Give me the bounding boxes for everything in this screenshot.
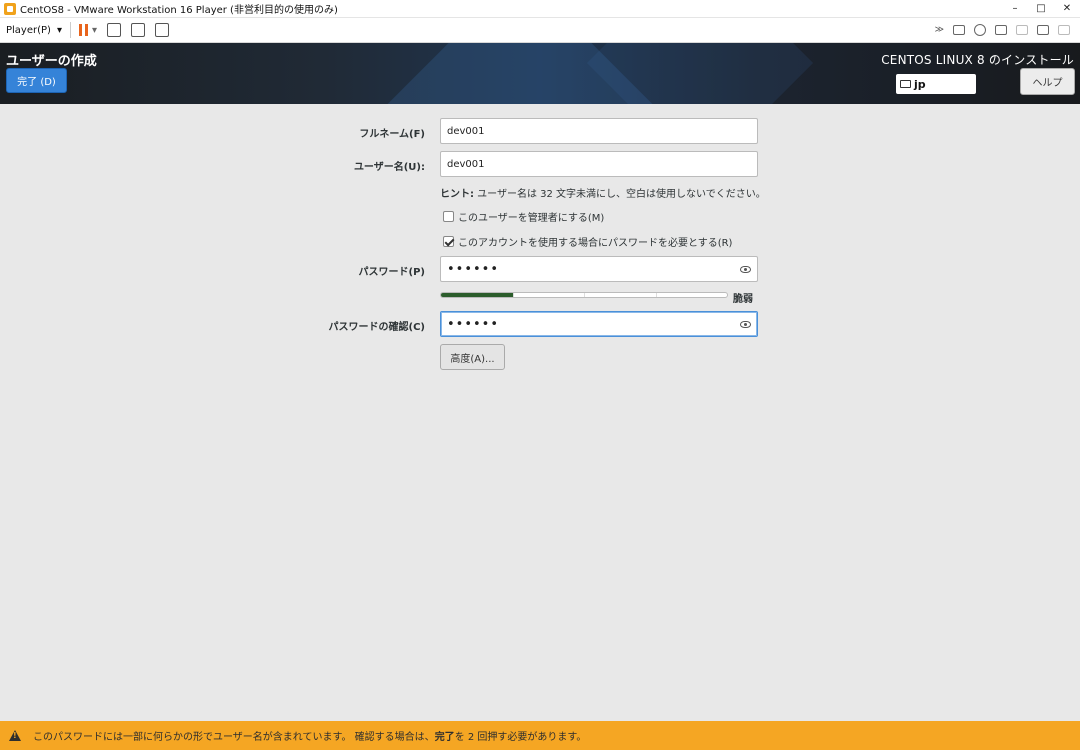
username-label: ユーザー名(U): <box>353 162 425 173</box>
vmware-app-icon <box>4 2 16 15</box>
warning-icon <box>9 730 21 741</box>
advanced-button[interactable]: 高度(A)... <box>440 344 505 370</box>
unity-mode-icon[interactable] <box>155 23 170 37</box>
warning-text-before: このパスワードには一部に何らかの形でユーザー名が含まれています。 確認する場合は… <box>33 732 435 743</box>
pause-icon[interactable] <box>78 24 88 36</box>
keyboard-icon <box>900 80 911 88</box>
keyboard-layout-indicator[interactable]: jp <box>896 74 976 94</box>
header-decoration <box>586 43 814 104</box>
vmware-toolbar: Player(P) ▾ ▾ ≫ <box>0 18 1080 43</box>
maximize-button[interactable]: □ <box>1028 3 1054 14</box>
minimize-button[interactable]: – <box>1002 3 1028 14</box>
show-password-eye-icon[interactable] <box>740 265 751 273</box>
page-title: ユーザーの作成 <box>6 54 97 69</box>
sound-card-icon[interactable] <box>1037 25 1049 35</box>
cd-dvd-icon[interactable] <box>974 24 986 36</box>
confirm-password-value: •••••• <box>447 316 500 332</box>
strength-tick <box>584 293 585 297</box>
password-label: パスワード(P) <box>358 267 425 278</box>
password-strength-fill <box>441 293 513 297</box>
window-title: CentOS8 - VMware Workstation 16 Player (… <box>20 5 338 16</box>
admin-checkbox-label: このユーザーを管理者にする(M) <box>458 213 605 224</box>
install-title: CENTOS LINUX 8 のインストール <box>881 53 1074 67</box>
confirm-password-label: パスワードの確認(C) <box>328 322 425 333</box>
strength-tick <box>655 293 657 297</box>
username-hint: ヒント: ユーザー名は 32 文字未満にし、空白は使用しないでください。 <box>440 185 766 200</box>
pause-dropdown-icon[interactable]: ▾ <box>92 25 97 36</box>
player-menu-label: Player(P) <box>6 24 51 36</box>
toolbar-divider <box>69 22 71 38</box>
network-adapter-icon[interactable] <box>995 25 1007 35</box>
installer-header: ユーザーの作成 完了 (D) CENTOS LINUX 8 のインストール jp… <box>0 43 1080 104</box>
fullname-value: dev001 <box>447 125 485 137</box>
warning-emphasis: 完了 <box>434 732 455 743</box>
warning-text-after: を 2 回押す必要があります。 <box>454 732 587 743</box>
hint-text: ユーザー名は 32 文字未満にし、空白は使用しないでください。 <box>474 189 766 200</box>
device-icons: ≫ <box>935 24 1070 36</box>
window-titlebar: CentOS8 - VMware Workstation 16 Player (… <box>0 0 1080 18</box>
username-value: dev001 <box>447 158 485 170</box>
password-input[interactable]: •••••• <box>440 256 758 282</box>
keyboard-layout-label: jp <box>914 77 926 91</box>
strength-tick <box>512 293 514 297</box>
unity-expand-icon[interactable]: ≫ <box>935 25 944 35</box>
require-password-label: このアカウントを使用する場合にパスワードを必要とする(R) <box>458 238 733 249</box>
password-strength-label: 脆弱 <box>733 294 753 305</box>
hard-disk-icon[interactable] <box>953 25 965 35</box>
fullscreen-icon[interactable] <box>131 23 146 37</box>
password-strength-bar <box>440 292 728 298</box>
usb-icon[interactable] <box>1058 25 1070 35</box>
username-input[interactable]: dev001 <box>440 151 758 177</box>
warning-bar[interactable]: このパスワードには一部に何らかの形でユーザー名が含まれています。 確認する場合は… <box>0 721 1080 750</box>
done-button[interactable]: 完了 (D) <box>6 68 67 93</box>
fullname-input[interactable]: dev001 <box>440 118 758 144</box>
admin-checkbox-row[interactable]: このユーザーを管理者にする(M) <box>443 209 604 224</box>
player-menu[interactable]: Player(P) ▾ <box>6 25 62 36</box>
printer-icon[interactable] <box>1016 25 1028 35</box>
password-value: •••••• <box>447 261 500 277</box>
require-password-checkbox-row[interactable]: このアカウントを使用する場合にパスワードを必要とする(R) <box>443 234 732 249</box>
chevron-down-icon: ▾ <box>56 24 62 36</box>
close-button[interactable]: ✕ <box>1054 3 1080 14</box>
help-button[interactable]: ヘルプ <box>1020 68 1075 95</box>
show-confirm-password-eye-icon[interactable] <box>740 320 751 328</box>
hint-prefix: ヒント: <box>440 189 474 200</box>
fullname-label: フルネーム(F) <box>359 129 425 140</box>
admin-checkbox[interactable] <box>443 211 454 222</box>
confirm-password-input[interactable]: •••••• <box>440 311 758 337</box>
send-ctrl-alt-del-icon[interactable] <box>107 23 122 37</box>
require-password-checkbox[interactable] <box>443 236 454 247</box>
